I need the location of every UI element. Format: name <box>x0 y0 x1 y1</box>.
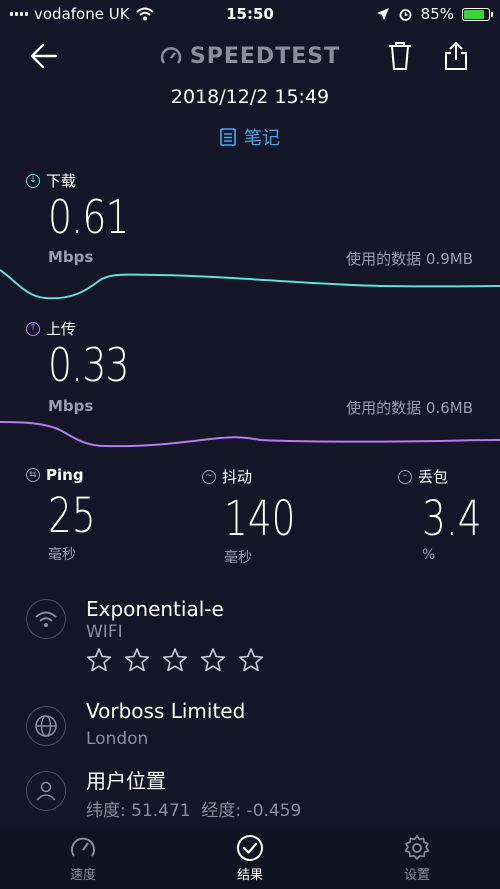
download-arrow-icon: ↓ <box>26 173 40 188</box>
wifi-circle <box>26 599 66 639</box>
tab-speed[interactable]: 速度 <box>43 828 123 883</box>
location-coords: 纬度: 51.471 经度: -0.459 <box>86 801 302 821</box>
tab-speed-label: 速度 <box>69 868 96 883</box>
provider-city: London <box>86 729 149 749</box>
alarm-icon <box>399 8 412 21</box>
upload-unit: Mbps <box>48 397 94 415</box>
metric-packet-loss: – 丢包 3.4 % <box>398 466 498 563</box>
trash-icon[interactable] <box>386 40 414 72</box>
speedtest-logo: SPEEDTEST <box>0 44 500 69</box>
metric-jitter-value: 140 <box>224 491 296 547</box>
user-circle <box>26 771 66 811</box>
metric-ping-label-group: ⇆ Ping <box>26 466 109 484</box>
packet-loss-icon: – <box>398 469 412 484</box>
upload-value: 0.33 <box>48 338 130 392</box>
brand-name: SPEEDTEST <box>189 44 341 69</box>
upload-label: 上传 <box>46 320 77 338</box>
metric-jitter-label-group: ~ 抖动 <box>202 466 316 487</box>
jitter-icon: ~ <box>202 469 216 484</box>
tab-bar: 速度 结果 设置 <box>0 828 500 889</box>
test-datetime: 2018/12/2 15:49 <box>170 86 330 108</box>
star-icon[interactable] <box>162 647 188 673</box>
download-graph <box>0 269 500 300</box>
metric-loss-value: 3.4 <box>422 491 482 547</box>
gear-icon <box>404 835 430 860</box>
notes-icon <box>220 128 236 146</box>
connection-type: WIFI <box>86 622 123 642</box>
tab-settings-label: 设置 <box>403 868 430 883</box>
user-icon <box>36 781 56 801</box>
download-graph-line <box>0 269 500 300</box>
metric-jitter-label: 抖动 <box>222 468 253 486</box>
ping-icon: ⇆ <box>26 468 40 482</box>
metric-ping-label: Ping <box>46 466 84 484</box>
download-value: 0.61 <box>48 190 130 244</box>
star-icon[interactable] <box>86 647 112 673</box>
metric-loss-label-group: – 丢包 <box>398 466 498 487</box>
battery-percent: 85% <box>420 5 454 23</box>
metric-jitter: ~ 抖动 140 毫秒 <box>202 466 316 567</box>
metric-jitter-unit: 毫秒 <box>224 550 252 566</box>
star-icon[interactable] <box>124 647 150 673</box>
upload-label-group: ↑ 上传 <box>26 318 76 339</box>
globe-circle <box>26 706 66 746</box>
upload-graph-line <box>0 421 500 448</box>
location-title: 用户位置 <box>86 769 166 793</box>
connection-name: Exponential-e <box>86 597 224 621</box>
notes-label: 笔记 <box>244 128 280 149</box>
tab-results[interactable]: 结果 <box>210 828 290 883</box>
speedometer-icon <box>71 837 95 857</box>
metric-ping: ⇆ Ping 25 毫秒 <box>26 466 109 564</box>
metric-loss-label: 丢包 <box>418 468 449 486</box>
provider-name: Vorboss Limited <box>86 699 246 723</box>
battery-icon <box>462 7 493 21</box>
star-icon[interactable] <box>238 647 264 673</box>
notes-button[interactable]: 笔记 <box>0 124 500 150</box>
status-bar: vodafone UK 15:50 85% <box>0 0 500 30</box>
metric-loss-unit: % <box>422 547 436 563</box>
rating-stars[interactable] <box>86 647 264 673</box>
upload-graph <box>0 421 500 448</box>
share-icon[interactable] <box>442 40 470 72</box>
location-arrow-icon <box>376 8 389 20</box>
download-label-group: ↓ 下载 <box>26 170 76 191</box>
metric-ping-value: 25 <box>48 488 96 544</box>
globe-icon <box>35 715 57 737</box>
wifi-icon <box>35 611 57 627</box>
metric-ping-unit: 毫秒 <box>48 547 76 563</box>
speedtest-logo-icon <box>160 46 182 64</box>
tab-settings[interactable]: 设置 <box>377 828 457 883</box>
star-icon[interactable] <box>200 647 226 673</box>
upload-arrow-icon: ↑ <box>26 321 40 336</box>
tab-results-label: 结果 <box>236 868 263 883</box>
download-label: 下载 <box>46 172 77 190</box>
status-right: 85% <box>376 5 493 23</box>
check-circle-icon <box>237 835 263 861</box>
